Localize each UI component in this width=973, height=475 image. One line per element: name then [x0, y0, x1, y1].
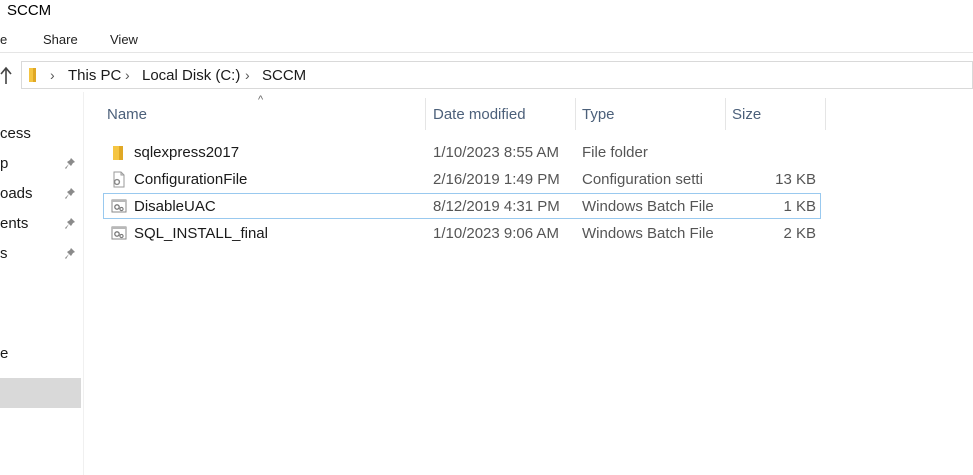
address-bar: › This PC › Local Disk (C:) › SCCM [0, 60, 973, 90]
nav-item-label: ents [0, 215, 29, 232]
breadcrumb-this-pc[interactable]: This PC [68, 67, 121, 84]
navigation-pane: cess p oads ents s e [0, 92, 84, 475]
column-header-size[interactable]: Size [726, 92, 826, 130]
file-size: 1 KB [783, 198, 816, 215]
file-type: File folder [582, 144, 648, 161]
breadcrumb-sccm[interactable]: SCCM [262, 67, 306, 84]
nav-item-quick-access[interactable]: cess [0, 122, 83, 146]
up-arrow-icon[interactable] [0, 64, 14, 86]
file-type: Windows Batch File [582, 225, 714, 242]
nav-item-label: cess [0, 125, 31, 142]
column-header-date-modified[interactable]: Date modified [426, 92, 576, 130]
file-date-modified: 8/12/2019 4:31 PM [433, 198, 560, 215]
file-row[interactable]: DisableUAC 8/12/2019 4:31 PM Windows Bat… [103, 193, 821, 219]
column-header-label: Name [107, 106, 148, 123]
nav-item-documents[interactable]: ents [0, 212, 83, 236]
breadcrumb-separator-icon: › [50, 67, 55, 83]
nav-item-label: p [0, 155, 9, 172]
column-header-type[interactable]: Type [576, 92, 726, 130]
batch-file-icon [111, 226, 127, 240]
breadcrumb-separator-icon: › [245, 67, 250, 83]
file-row[interactable]: ConfigurationFile 2/16/2019 1:49 PM Conf… [103, 166, 821, 192]
nav-item-selected[interactable] [0, 378, 81, 408]
file-size: 13 KB [775, 171, 816, 188]
batch-file-icon [111, 199, 127, 213]
nav-item-label: s [0, 245, 8, 262]
nav-item-onedrive[interactable]: e [0, 342, 83, 366]
breadcrumb-local-disk[interactable]: Local Disk (C:) [142, 67, 240, 84]
file-list-pane: ^ Name Date modified Type Size sqlexpres… [84, 92, 973, 475]
nav-item-downloads[interactable]: oads [0, 182, 83, 206]
column-divider[interactable] [825, 98, 826, 130]
title-bar: SCCM [0, 0, 973, 24]
file-name: ConfigurationFile [134, 171, 248, 188]
file-type: Windows Batch File [582, 198, 714, 215]
column-header-label: Type [582, 106, 615, 123]
config-file-icon [113, 171, 125, 188]
address-box[interactable]: › This PC › Local Disk (C:) › SCCM [21, 61, 973, 89]
file-row[interactable]: SQL_INSTALL_final 1/10/2023 9:06 AM Wind… [103, 220, 821, 246]
column-header-label: Date modified [433, 106, 526, 123]
tab-view[interactable]: View [110, 32, 138, 47]
window-title: SCCM [7, 2, 52, 19]
file-date-modified: 2/16/2019 1:49 PM [433, 171, 560, 188]
file-name: DisableUAC [134, 198, 216, 215]
column-header-name[interactable]: Name [103, 92, 426, 130]
file-date-modified: 1/10/2023 8:55 AM [433, 144, 559, 161]
file-row[interactable]: sqlexpress2017 1/10/2023 8:55 AM File fo… [103, 139, 821, 165]
pin-icon [65, 188, 75, 199]
pin-icon [65, 218, 75, 229]
nav-item-label: e [0, 345, 9, 362]
pin-icon [65, 158, 75, 169]
column-header-label: Size [732, 106, 762, 123]
ribbon-tabs: e Share View [0, 26, 973, 53]
file-name: SQL_INSTALL_final [134, 225, 268, 242]
file-name: sqlexpress2017 [134, 144, 240, 161]
tab-share[interactable]: Share [43, 32, 78, 47]
file-size: 2 KB [783, 225, 816, 242]
file-type: Configuration setti [582, 171, 703, 188]
nav-item-pictures[interactable]: s [0, 242, 83, 266]
tab-home[interactable]: e [0, 32, 7, 47]
folder-icon [113, 146, 123, 160]
file-date-modified: 1/10/2023 9:06 AM [433, 225, 559, 242]
breadcrumb-separator-icon: › [125, 67, 130, 83]
nav-item-desktop[interactable]: p [0, 152, 83, 176]
nav-item-label: oads [0, 185, 33, 202]
folder-icon [29, 68, 36, 82]
pin-icon [65, 248, 75, 259]
